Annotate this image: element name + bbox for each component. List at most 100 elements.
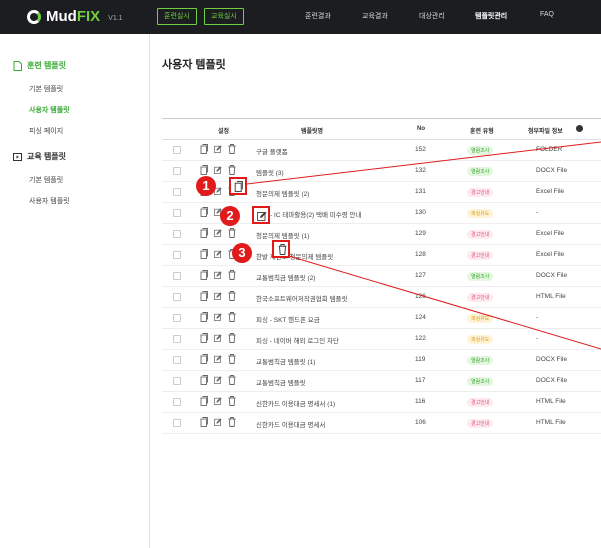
sidebar-item-user-templates[interactable]: 사용자 템플릿 bbox=[29, 196, 70, 206]
table-row[interactable]: 한밭 재판소 청문의제 템플릿 128 경고안내 Excel File bbox=[162, 245, 601, 266]
sidebar-group-training-templates[interactable]: 훈련 템플릿 bbox=[13, 60, 66, 71]
copy-icon[interactable] bbox=[200, 312, 208, 322]
table-row[interactable]: 청문의제 템플릿 (2) 131 경고안내 Excel File bbox=[162, 182, 601, 203]
education-start-button[interactable]: 교육실시 bbox=[204, 8, 244, 25]
copy-icon[interactable] bbox=[200, 249, 208, 259]
copy-icon[interactable] bbox=[200, 333, 208, 343]
edit-icon[interactable] bbox=[214, 144, 222, 154]
row-checkbox[interactable] bbox=[173, 167, 181, 175]
template-name[interactable]: 교통범칙금 템플릿 (1) bbox=[256, 356, 315, 366]
table-row[interactable]: 교통범칙금 템플릿 (2) 127 열람조사 DOCX File bbox=[162, 266, 601, 287]
nav-education-results[interactable]: 교육결과 bbox=[362, 11, 388, 21]
template-name[interactable]: 교통범칙금 템플릿 bbox=[256, 377, 306, 387]
row-checkbox[interactable] bbox=[173, 314, 181, 322]
trash-icon[interactable] bbox=[228, 333, 236, 343]
row-checkbox[interactable] bbox=[173, 398, 181, 406]
row-checkbox[interactable] bbox=[173, 356, 181, 364]
sidebar-group-education-templates[interactable]: 교육 템플릿 bbox=[13, 151, 66, 162]
trash-icon[interactable] bbox=[228, 396, 236, 406]
table-row[interactable]: 한국소프트웨어저작권협회 템플릿 126 경고안내 HTML File bbox=[162, 287, 601, 308]
trash-icon[interactable] bbox=[228, 375, 236, 385]
row-checkbox[interactable] bbox=[173, 188, 181, 196]
sidebar-item-basic-templates[interactable]: 기본 템플릿 bbox=[29, 175, 63, 185]
edit-icon[interactable] bbox=[214, 333, 222, 343]
training-type-badge: 열람조사 bbox=[467, 377, 494, 386]
trash-icon[interactable] bbox=[228, 270, 236, 280]
row-checkbox[interactable] bbox=[173, 335, 181, 343]
edit-icon[interactable] bbox=[214, 165, 222, 175]
template-name[interactable]: 신한카드 이용대금 명세서 (1) bbox=[256, 398, 335, 408]
copy-icon[interactable] bbox=[200, 207, 208, 217]
table-row[interactable]: 피싱 - SKT 핸드폰 요금 124 피싱유도 - bbox=[162, 308, 601, 329]
trash-icon[interactable] bbox=[228, 417, 236, 427]
row-checkbox[interactable] bbox=[173, 419, 181, 427]
copy-icon[interactable] bbox=[200, 417, 208, 427]
edit-icon[interactable] bbox=[214, 354, 222, 364]
template-name[interactable]: 교통범칙금 템플릿 (2) bbox=[256, 272, 315, 282]
edit-icon[interactable] bbox=[214, 396, 222, 406]
template-name[interactable]: 한밭 재판소 청문의제 템플릿 bbox=[256, 251, 333, 261]
trash-icon[interactable] bbox=[228, 312, 236, 322]
table-row[interactable]: 구글 플랫폼 152 열람조사 FOLDER bbox=[162, 140, 601, 161]
table-row[interactable]: 신한카드 이용대금 명세서 106 경고안내 HTML File bbox=[162, 413, 601, 434]
column-header-template-name[interactable]: 템플릿명 bbox=[301, 126, 323, 135]
trash-icon[interactable] bbox=[228, 144, 236, 154]
trash-icon[interactable] bbox=[228, 165, 236, 175]
edit-icon[interactable] bbox=[214, 270, 222, 280]
row-checkbox[interactable] bbox=[173, 272, 181, 280]
row-checkbox[interactable] bbox=[173, 293, 181, 301]
nav-template-management[interactable]: 템플릿관리 bbox=[475, 11, 507, 21]
template-name[interactable]: 피싱 - 네이버 해외 로그인 차단 bbox=[256, 335, 339, 345]
mudfix-logo[interactable]: Mud FIX V1.1 bbox=[27, 8, 123, 25]
edit-icon-highlight[interactable] bbox=[252, 206, 270, 224]
trash-icon[interactable] bbox=[228, 291, 236, 301]
table-row[interactable]: 교통범칙금 템플릿 (1) 119 열람조사 DOCX File bbox=[162, 350, 601, 371]
template-name[interactable]: 청문의제 템플릿 (2) bbox=[256, 188, 309, 198]
copy-icon[interactable] bbox=[200, 228, 208, 238]
info-icon[interactable] bbox=[576, 125, 583, 132]
row-checkbox[interactable] bbox=[173, 230, 181, 238]
nav-target-management[interactable]: 대상관리 bbox=[419, 11, 445, 21]
table-row[interactable]: 신한카드 이용대금 명세서 (1) 116 경고안내 HTML File bbox=[162, 392, 601, 413]
copy-icon[interactable] bbox=[200, 270, 208, 280]
edit-icon[interactable] bbox=[214, 312, 222, 322]
copy-icon-highlight[interactable] bbox=[229, 177, 247, 195]
trash-icon[interactable] bbox=[228, 354, 236, 364]
trash-icon[interactable] bbox=[228, 228, 236, 238]
column-header-training-type[interactable]: 훈련 유형 bbox=[470, 126, 494, 135]
column-header-no[interactable]: No bbox=[417, 126, 425, 132]
template-name[interactable]: 템플릿 (3) bbox=[256, 167, 284, 177]
copy-icon[interactable] bbox=[200, 165, 208, 175]
nav-faq[interactable]: FAQ bbox=[540, 11, 554, 18]
table-row[interactable]: 청문의제 템플릿 (1) 129 경고안내 Excel File bbox=[162, 224, 601, 245]
edit-icon[interactable] bbox=[214, 291, 222, 301]
copy-icon[interactable] bbox=[200, 375, 208, 385]
row-checkbox[interactable] bbox=[173, 377, 181, 385]
copy-icon[interactable] bbox=[200, 396, 208, 406]
training-start-button[interactable]: 훈련실시 bbox=[157, 8, 197, 25]
row-checkbox[interactable] bbox=[173, 251, 181, 259]
edit-icon[interactable] bbox=[214, 375, 222, 385]
sidebar-item-user-templates[interactable]: 사용자 템플릿 bbox=[29, 105, 70, 115]
nav-training-results[interactable]: 훈련결과 bbox=[305, 11, 331, 21]
edit-icon[interactable] bbox=[214, 228, 222, 238]
template-name[interactable]: 피싱 - SKT 핸드폰 요금 bbox=[256, 314, 320, 324]
sidebar-item-phishing-pages[interactable]: 피싱 페이지 bbox=[29, 126, 63, 136]
edit-icon[interactable] bbox=[214, 249, 222, 259]
row-checkbox[interactable] bbox=[173, 209, 181, 217]
template-name[interactable]: 한국소프트웨어저작권협회 템플릿 bbox=[256, 293, 348, 303]
edit-icon[interactable] bbox=[214, 417, 222, 427]
copy-icon[interactable] bbox=[200, 291, 208, 301]
template-name[interactable]: 신한카드 이용대금 명세서 bbox=[256, 419, 325, 429]
delete-icon-highlight[interactable] bbox=[272, 240, 290, 258]
template-name[interactable]: [Fw] - IC 테마활용(2) 택배 미수령 안내 bbox=[256, 209, 362, 219]
sidebar-item-basic-templates[interactable]: 기본 템플릿 bbox=[29, 84, 63, 94]
template-name[interactable]: 청문의제 템플릿 (1) bbox=[256, 230, 309, 240]
copy-icon[interactable] bbox=[200, 144, 208, 154]
template-name[interactable]: 구글 플랫폼 bbox=[256, 146, 288, 156]
table-row[interactable]: 교통범칙금 템플릿 117 열람조사 DOCX File bbox=[162, 371, 601, 392]
row-checkbox[interactable] bbox=[173, 146, 181, 154]
table-row[interactable]: 템플릿 (3) 132 열람조사 DOCX File bbox=[162, 161, 601, 182]
copy-icon[interactable] bbox=[200, 354, 208, 364]
table-row[interactable]: 피싱 - 네이버 해외 로그인 차단 122 피싱유도 - bbox=[162, 329, 601, 350]
